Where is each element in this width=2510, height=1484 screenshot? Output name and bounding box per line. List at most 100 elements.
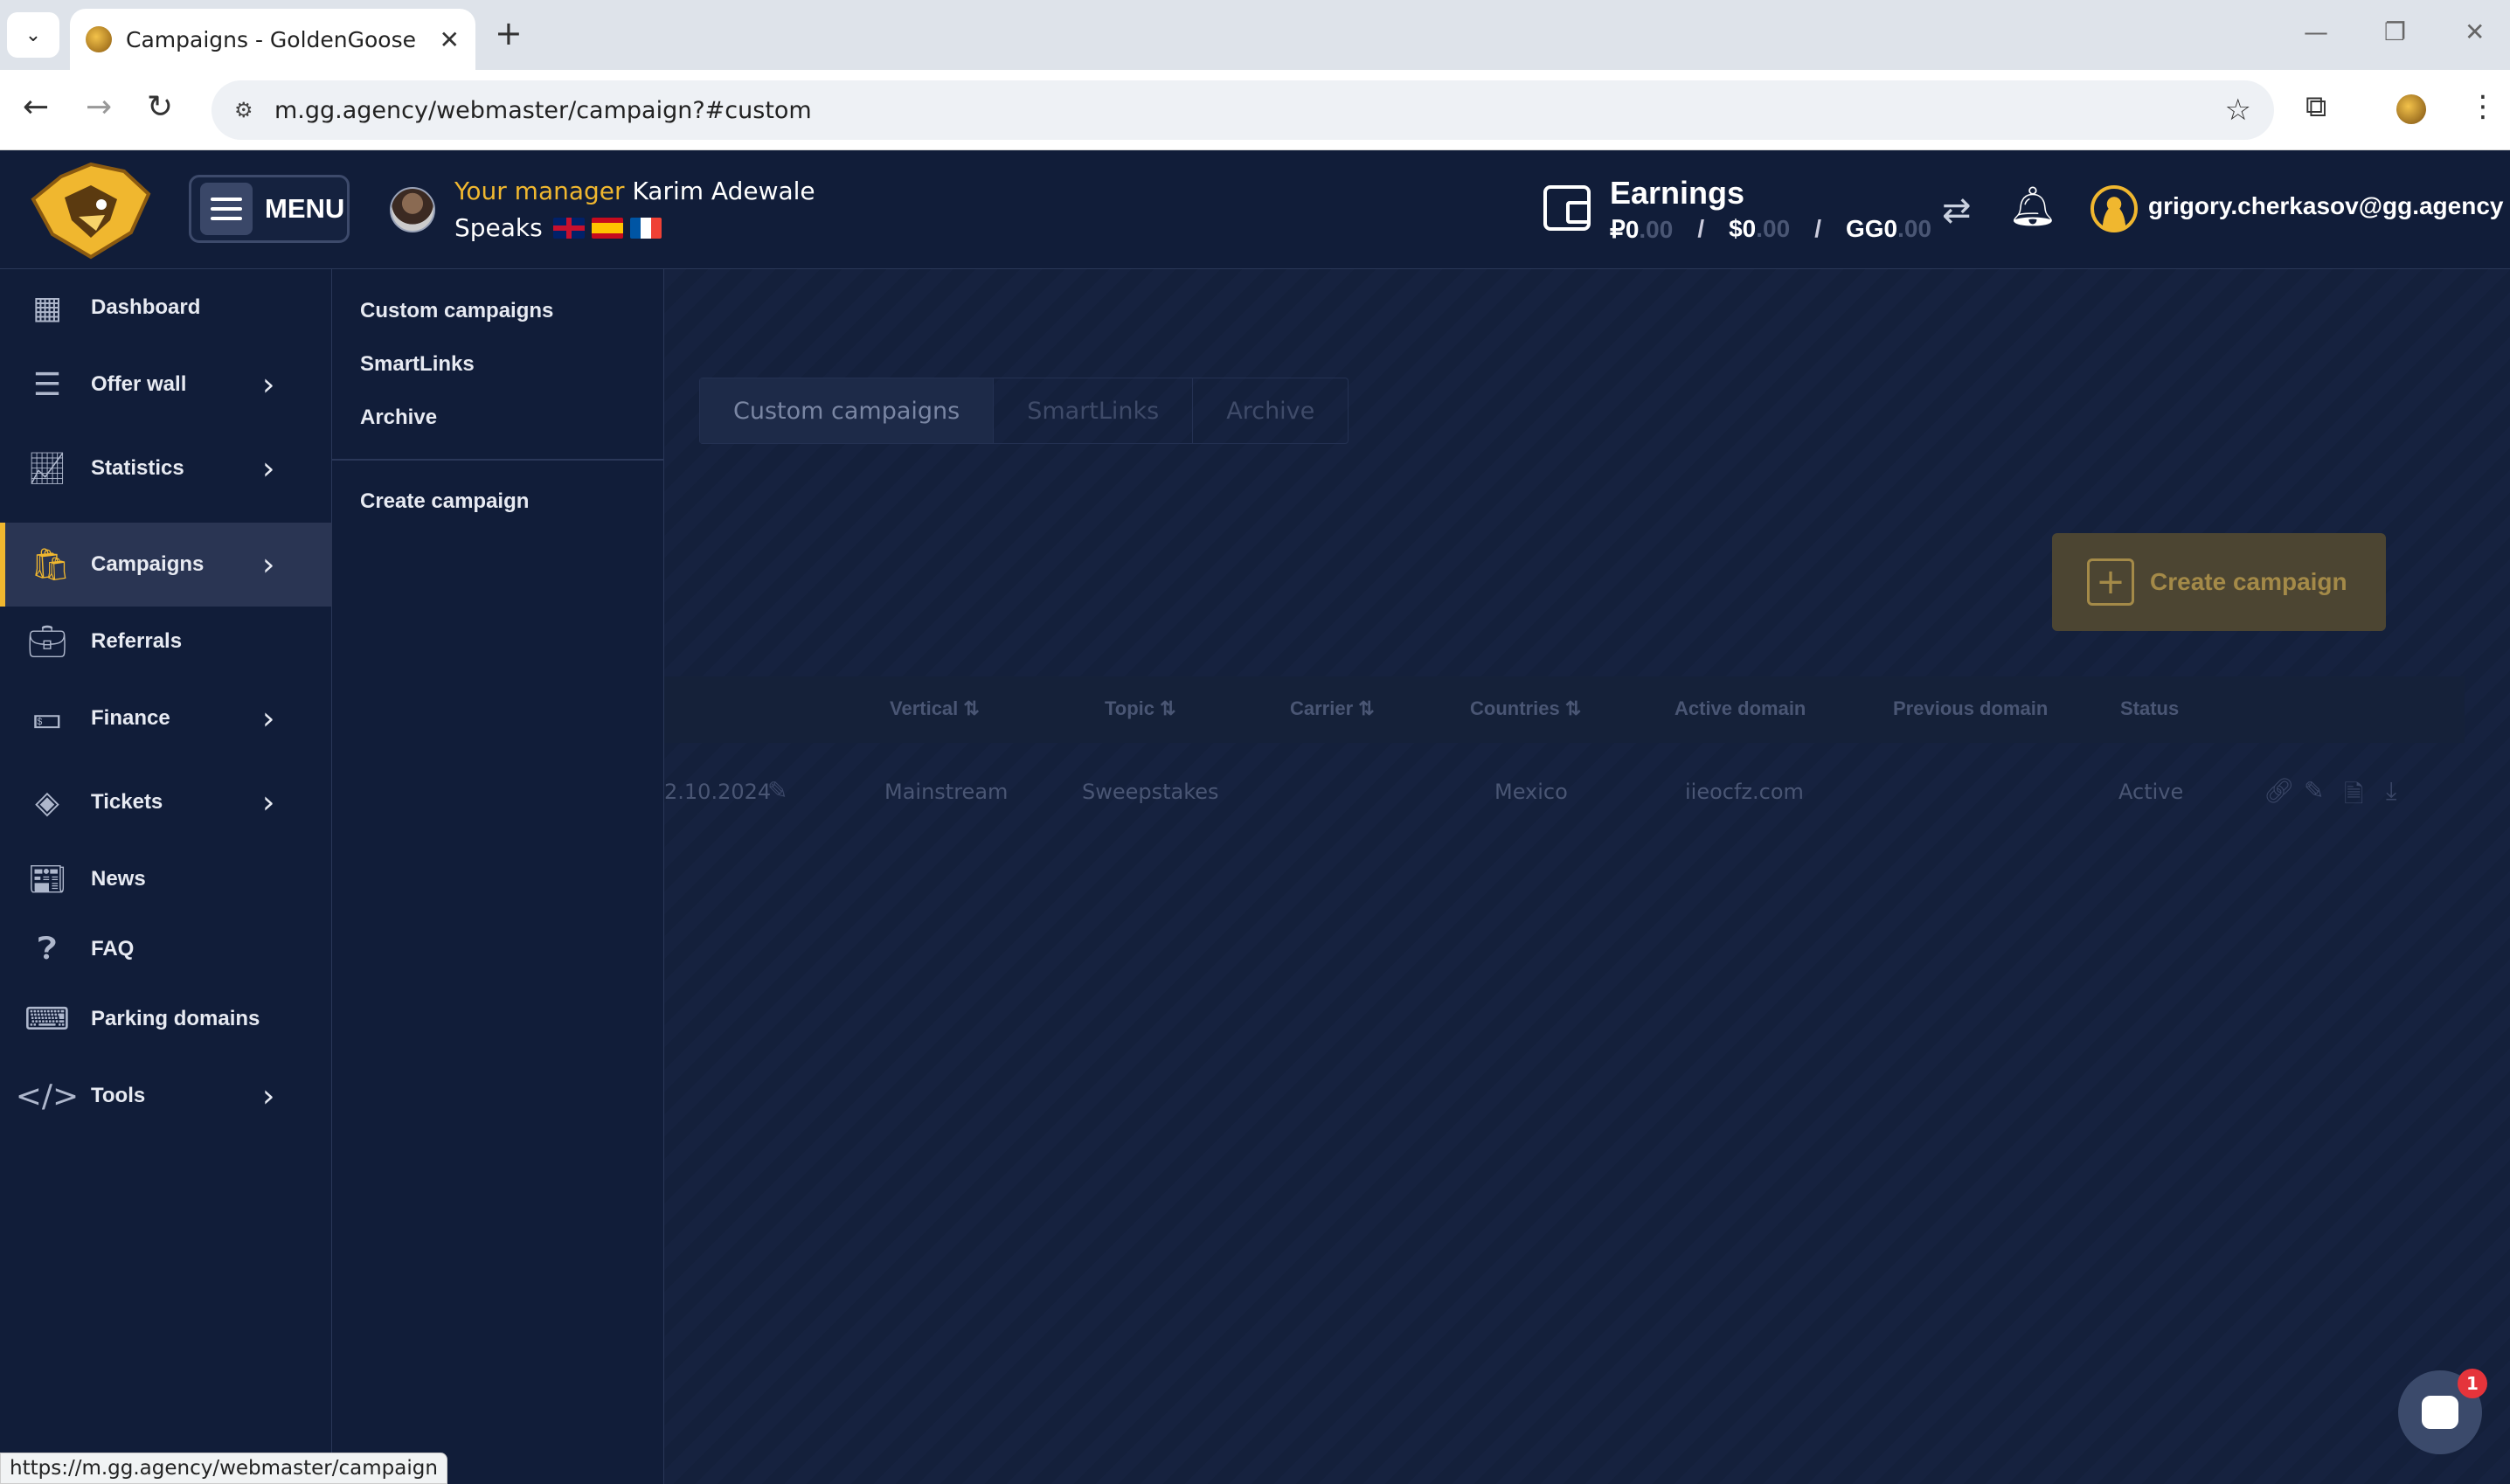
currency-swap-icon[interactable]: ⇄ [1942,191,1972,231]
browser-tab-bar: ⌄ Campaigns - GoldenGoose ✕ + — ❐ ✕ [0,0,2510,70]
submenu-divider [332,459,664,461]
document-icon[interactable]: 🗎 [2344,776,2364,818]
tab-title: Campaigns - GoldenGoose [126,26,416,52]
chevron-right-icon: › [262,1078,275,1114]
submenu-archive[interactable]: Archive [360,406,437,430]
news-icon: 📰︎ [27,862,67,898]
campaigns-submenu: Custom campaigns SmartLinks Archive Crea… [332,269,664,1484]
code-icon: </> [15,1078,80,1114]
browser-toolbar: ← → ↻ ⚙ m.gg.agency/webmaster/campaign?#… [0,70,2510,150]
sidebar-item-tickets[interactable]: ◈ Tickets › [0,764,332,841]
user-email[interactable]: grigory.cherkasov@gg.agency [2148,192,2503,220]
earnings-gg: GG0 [1845,215,1898,242]
menu-label: MENU [265,193,345,224]
submenu-custom-campaigns[interactable]: Custom campaigns [360,299,553,323]
user-avatar-icon[interactable] [2091,185,2138,232]
column-header-previous-domain: Previous domain [1893,697,2049,719]
france-flag-icon [629,217,662,239]
create-campaign-button[interactable]: + Create campaign [2052,533,2386,631]
row-countries: Mexico [1494,780,1568,804]
column-header-topic[interactable]: Topic ⇅ [1105,697,1176,720]
window-close-icon[interactable]: ✕ [2465,17,2485,46]
tab-search-button[interactable]: ⌄ [7,12,59,58]
menu-button[interactable]: MENU [189,175,350,243]
notifications-bell-icon[interactable]: 🔔︎ [2008,184,2057,229]
sidebar-item-campaigns[interactable]: 🛍︎ Campaigns › [0,523,332,607]
sort-icon: ⇅ [1564,697,1582,719]
briefcase-icon: 💼︎ [27,624,67,660]
chat-icon [2422,1396,2458,1429]
kebab-menu-icon[interactable]: ⋮ [2468,89,2498,124]
manager-info: Your manager Karim Adewale [454,177,815,205]
url-text: m.gg.agency/webmaster/campaign?#custom [274,96,812,124]
sidebar-item-news[interactable]: 📰︎ News [0,841,332,918]
goldengoose-logo-icon[interactable] [26,159,154,262]
app-header: MENU Your manager Karim Adewale Speaks E… [0,150,2510,269]
restore-icon[interactable]: ❐ [2384,17,2406,46]
list-icon: ☰ [32,366,62,403]
sidebar-item-statistics[interactable]: 📈︎ Statistics › [0,430,332,507]
money-icon: 💵︎ [32,700,62,736]
address-bar[interactable]: ⚙ m.gg.agency/webmaster/campaign?#custom… [211,80,2274,140]
site-settings-icon[interactable]: ⚙ [234,98,253,122]
sidebar-item-faq[interactable]: ❓︎ FAQ [0,911,332,988]
sidebar-item-finance[interactable]: 💵︎ Finance › [0,680,332,757]
sidebar-item-dashboard[interactable]: ▦ Dashboard [0,269,332,346]
goldengoose-favicon-icon [86,26,112,52]
chevron-right-icon: › [262,366,275,403]
submenu-smartlinks[interactable]: SmartLinks [360,352,475,377]
manager-prefix: Your manager [454,177,625,205]
edit-date-icon[interactable]: ✎ [767,776,787,805]
column-header-carrier[interactable]: Carrier ⇅ [1290,697,1375,720]
plus-icon: + [2087,558,2134,606]
main-content: Custom campaigns SmartLinks Archive + Cr… [664,269,2510,1484]
download-icon[interactable]: ⤓ [2386,776,2396,806]
sidebar: ▦ Dashboard ☰ Offer wall › 📈︎ Statistics… [0,269,332,1484]
sort-icon: ⇅ [963,697,980,719]
browser-tab[interactable]: Campaigns - GoldenGoose ✕ [70,9,475,70]
bookmark-star-icon[interactable]: ☆ [2225,93,2251,128]
wallet-icon [1543,185,1591,231]
tab-smartlinks[interactable]: SmartLinks [994,378,1194,443]
row-status: Active [2118,780,2184,804]
chat-unread-badge: 1 [2458,1369,2487,1398]
earnings-values: ₽0.00 / $0.00 / GG0.00 [1610,215,1932,243]
sidebar-item-offer-wall[interactable]: ☰ Offer wall › [0,346,332,423]
submenu-create-campaign[interactable]: Create campaign [360,489,529,514]
uk-flag-icon [552,217,585,239]
minimize-icon[interactable]: — [2304,17,2328,46]
bag-icon: 🛍︎ [31,547,71,583]
row-date: 2.10.2024 [664,780,772,804]
chevron-right-icon: › [262,546,275,583]
question-icon: ❓︎ [38,931,57,967]
earnings-usd: $0 [1729,215,1757,242]
row-topic: Sweepstakes [1082,780,1219,804]
new-tab-button[interactable]: + [495,14,523,52]
manager-languages: Speaks [454,213,662,242]
sidebar-item-referrals[interactable]: 💼︎ Referrals [0,603,332,680]
extensions-icon[interactable]: ⧉ [2305,89,2326,124]
spain-flag-icon [591,217,623,239]
campaign-tabs: Custom campaigns SmartLinks Archive [699,378,1349,444]
status-bar-url: https://m.gg.agency/webmaster/campaign [0,1453,447,1484]
table-header: Vertical ⇅ Topic ⇅ Carrier ⇅ Countries ⇅… [664,676,2465,743]
edit-icon[interactable]: ✎ [2304,776,2324,805]
column-header-countries[interactable]: Countries ⇅ [1470,697,1581,720]
back-icon[interactable]: ← [23,89,49,125]
link-icon[interactable]: 🔗︎ [2264,776,2295,805]
sidebar-item-tools[interactable]: </> Tools › [0,1058,332,1134]
close-icon[interactable]: ✕ [440,25,460,54]
reload-icon[interactable]: ↻ [147,89,173,125]
chevron-right-icon: › [262,700,275,737]
sort-icon: ⇅ [1358,697,1375,719]
layers-icon: ◈ [35,784,59,821]
manager-avatar [390,187,435,232]
forward-icon[interactable]: → [86,89,112,125]
column-header-active-domain: Active domain [1674,697,1806,719]
tab-archive[interactable]: Archive [1193,378,1348,443]
sidebar-item-parking-domains[interactable]: ⌨ Parking domains [0,981,332,1058]
profile-avatar-icon[interactable] [2396,94,2426,124]
column-header-vertical[interactable]: Vertical ⇅ [890,697,980,720]
tab-custom-campaigns[interactable]: Custom campaigns [700,378,995,443]
column-header-status: Status [2120,697,2180,719]
